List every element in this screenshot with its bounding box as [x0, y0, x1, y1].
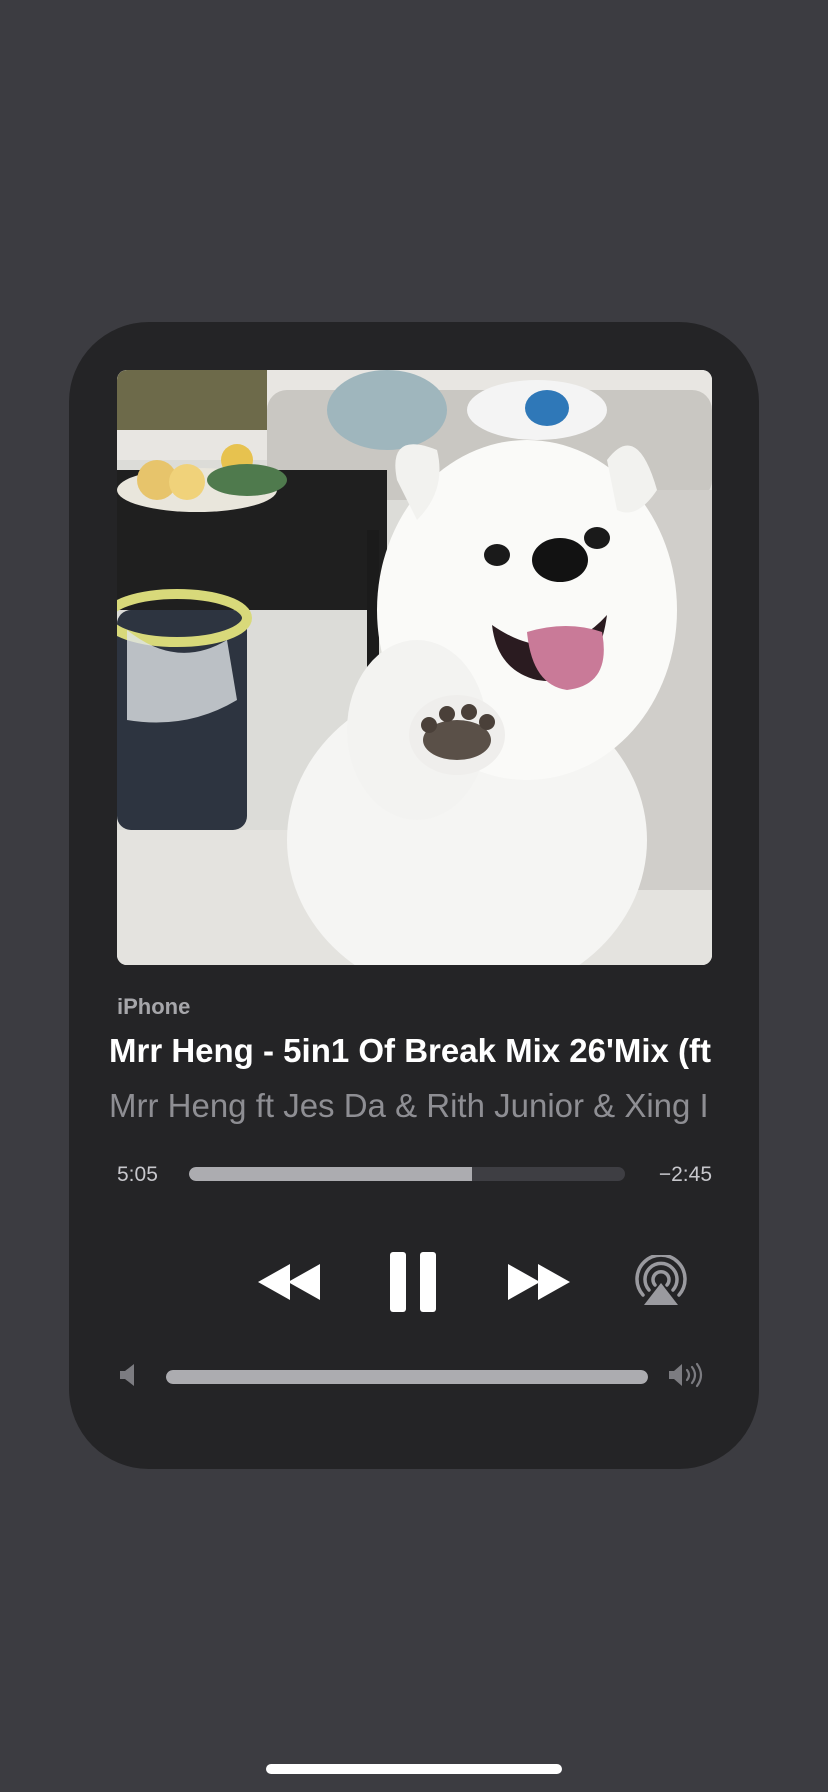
rewind-icon: [258, 1264, 320, 1300]
pause-button[interactable]: [373, 1242, 453, 1322]
playback-source-label: iPhone: [117, 994, 191, 1019]
fast-forward-button[interactable]: [499, 1242, 579, 1322]
now-playing-card: iPhone Mrr Heng - 5in1 Of Break Mix 26'M…: [69, 322, 759, 1469]
album-artwork: [117, 370, 712, 965]
volume-min-indicator: [113, 1360, 143, 1390]
playback-progress-fill: [189, 1167, 473, 1181]
time-remaining: −2:45: [658, 1163, 712, 1186]
track-title: Mrr Heng - 5in1 Of Break Mix 26'Mix (ft: [109, 1032, 711, 1069]
rewind-button[interactable]: [249, 1242, 329, 1322]
playback-scrubber[interactable]: [189, 1167, 625, 1181]
pause-icon: [390, 1252, 436, 1312]
airplay-icon: [635, 1255, 687, 1305]
track-artist: Mrr Heng ft Jes Da & Rith Junior & Xing …: [109, 1087, 709, 1124]
time-elapsed: 5:05: [117, 1163, 158, 1186]
lock-screen: iPhone Mrr Heng - 5in1 Of Break Mix 26'M…: [0, 0, 828, 1792]
speaker-high-icon: [669, 1362, 703, 1388]
airplay-button[interactable]: [631, 1244, 691, 1316]
fast-forward-icon: [508, 1264, 570, 1300]
volume-level-fill: [166, 1370, 648, 1384]
volume-max-indicator: [665, 1360, 709, 1390]
speaker-low-icon: [120, 1364, 134, 1386]
puppy-artwork-image: [117, 370, 712, 965]
volume-slider[interactable]: [166, 1370, 648, 1384]
home-indicator[interactable]: [266, 1764, 562, 1774]
